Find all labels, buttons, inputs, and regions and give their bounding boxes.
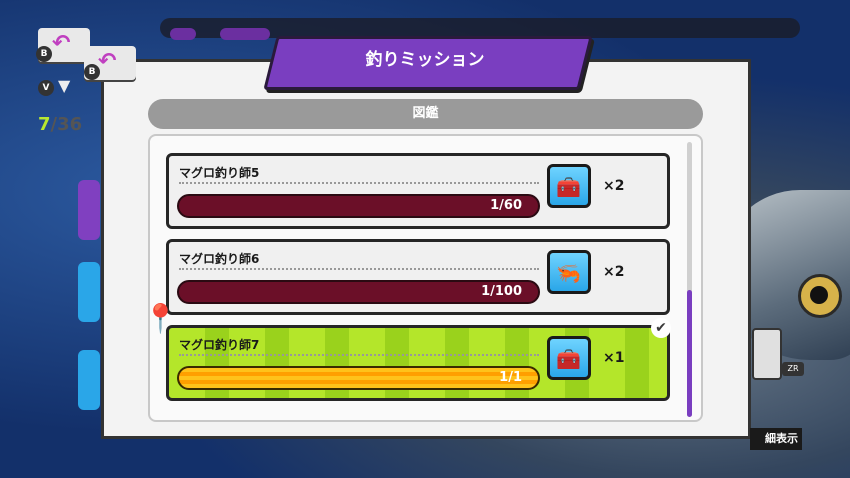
back-arrow-icon: ↶ [98, 49, 117, 74]
mission-card[interactable]: マグロ釣り師6 1/100 🦐 ×2 [166, 239, 670, 315]
checkmark-icon: ✔ [651, 318, 671, 338]
left-card [78, 262, 100, 322]
mission-card-completed[interactable]: マグロ釣り師7 1/1 🧰 ×1 ✔ [166, 318, 671, 401]
detail-view-button[interactable]: 細表示 [750, 428, 802, 450]
top-pill [170, 28, 196, 40]
divider [179, 354, 539, 356]
tackle-box-icon: 🧰 [547, 336, 591, 380]
top-pill [220, 28, 270, 40]
section-label: 図鑑 [412, 106, 439, 121]
counter-current: 7 [38, 114, 51, 135]
zr-button-badge: ZR [782, 362, 804, 376]
left-card [78, 350, 100, 410]
page-title: 釣りミッション [365, 50, 485, 70]
progress-text: 1/100 [481, 284, 522, 299]
divider [179, 268, 539, 270]
progress-text: 1/1 [499, 370, 522, 385]
mission-name: マグロ釣り師7 [179, 338, 260, 352]
counter-total: /36 [50, 114, 83, 135]
tackle-box-icon: 🧰 [547, 164, 591, 208]
back-arrow-icon: ↶ [52, 31, 71, 56]
scrollbar-thumb[interactable] [687, 290, 692, 417]
mission-name: マグロ釣り師5 [179, 166, 260, 180]
caught-counter: 7/36 [38, 114, 82, 135]
upload-icon[interactable] [752, 328, 782, 380]
mission-name: マグロ釣り師6 [179, 252, 260, 266]
divider [179, 182, 539, 184]
reward-quantity: ×2 [603, 178, 625, 194]
red-lure-icon: 🦐 [547, 250, 591, 294]
v-button-badge: V [38, 80, 54, 96]
reward-quantity: ×1 [603, 350, 625, 366]
pin-cursor-icon: 📍 [143, 302, 178, 335]
b-button-badge: B [36, 46, 52, 62]
b-button-badge: B [84, 64, 100, 80]
reward-quantity: ×2 [603, 264, 625, 280]
mission-card[interactable]: マグロ釣り師5 1/60 🧰 ×2 [166, 153, 670, 229]
filter-icon[interactable]: ▼ [58, 76, 70, 95]
progress-bar: 1/100 [177, 280, 540, 304]
progress-text: 1/60 [490, 198, 522, 213]
progress-bar: 1/60 [177, 194, 540, 218]
left-card [78, 180, 100, 240]
progress-bar: 1/1 [177, 366, 540, 390]
fish-eye [798, 274, 842, 318]
